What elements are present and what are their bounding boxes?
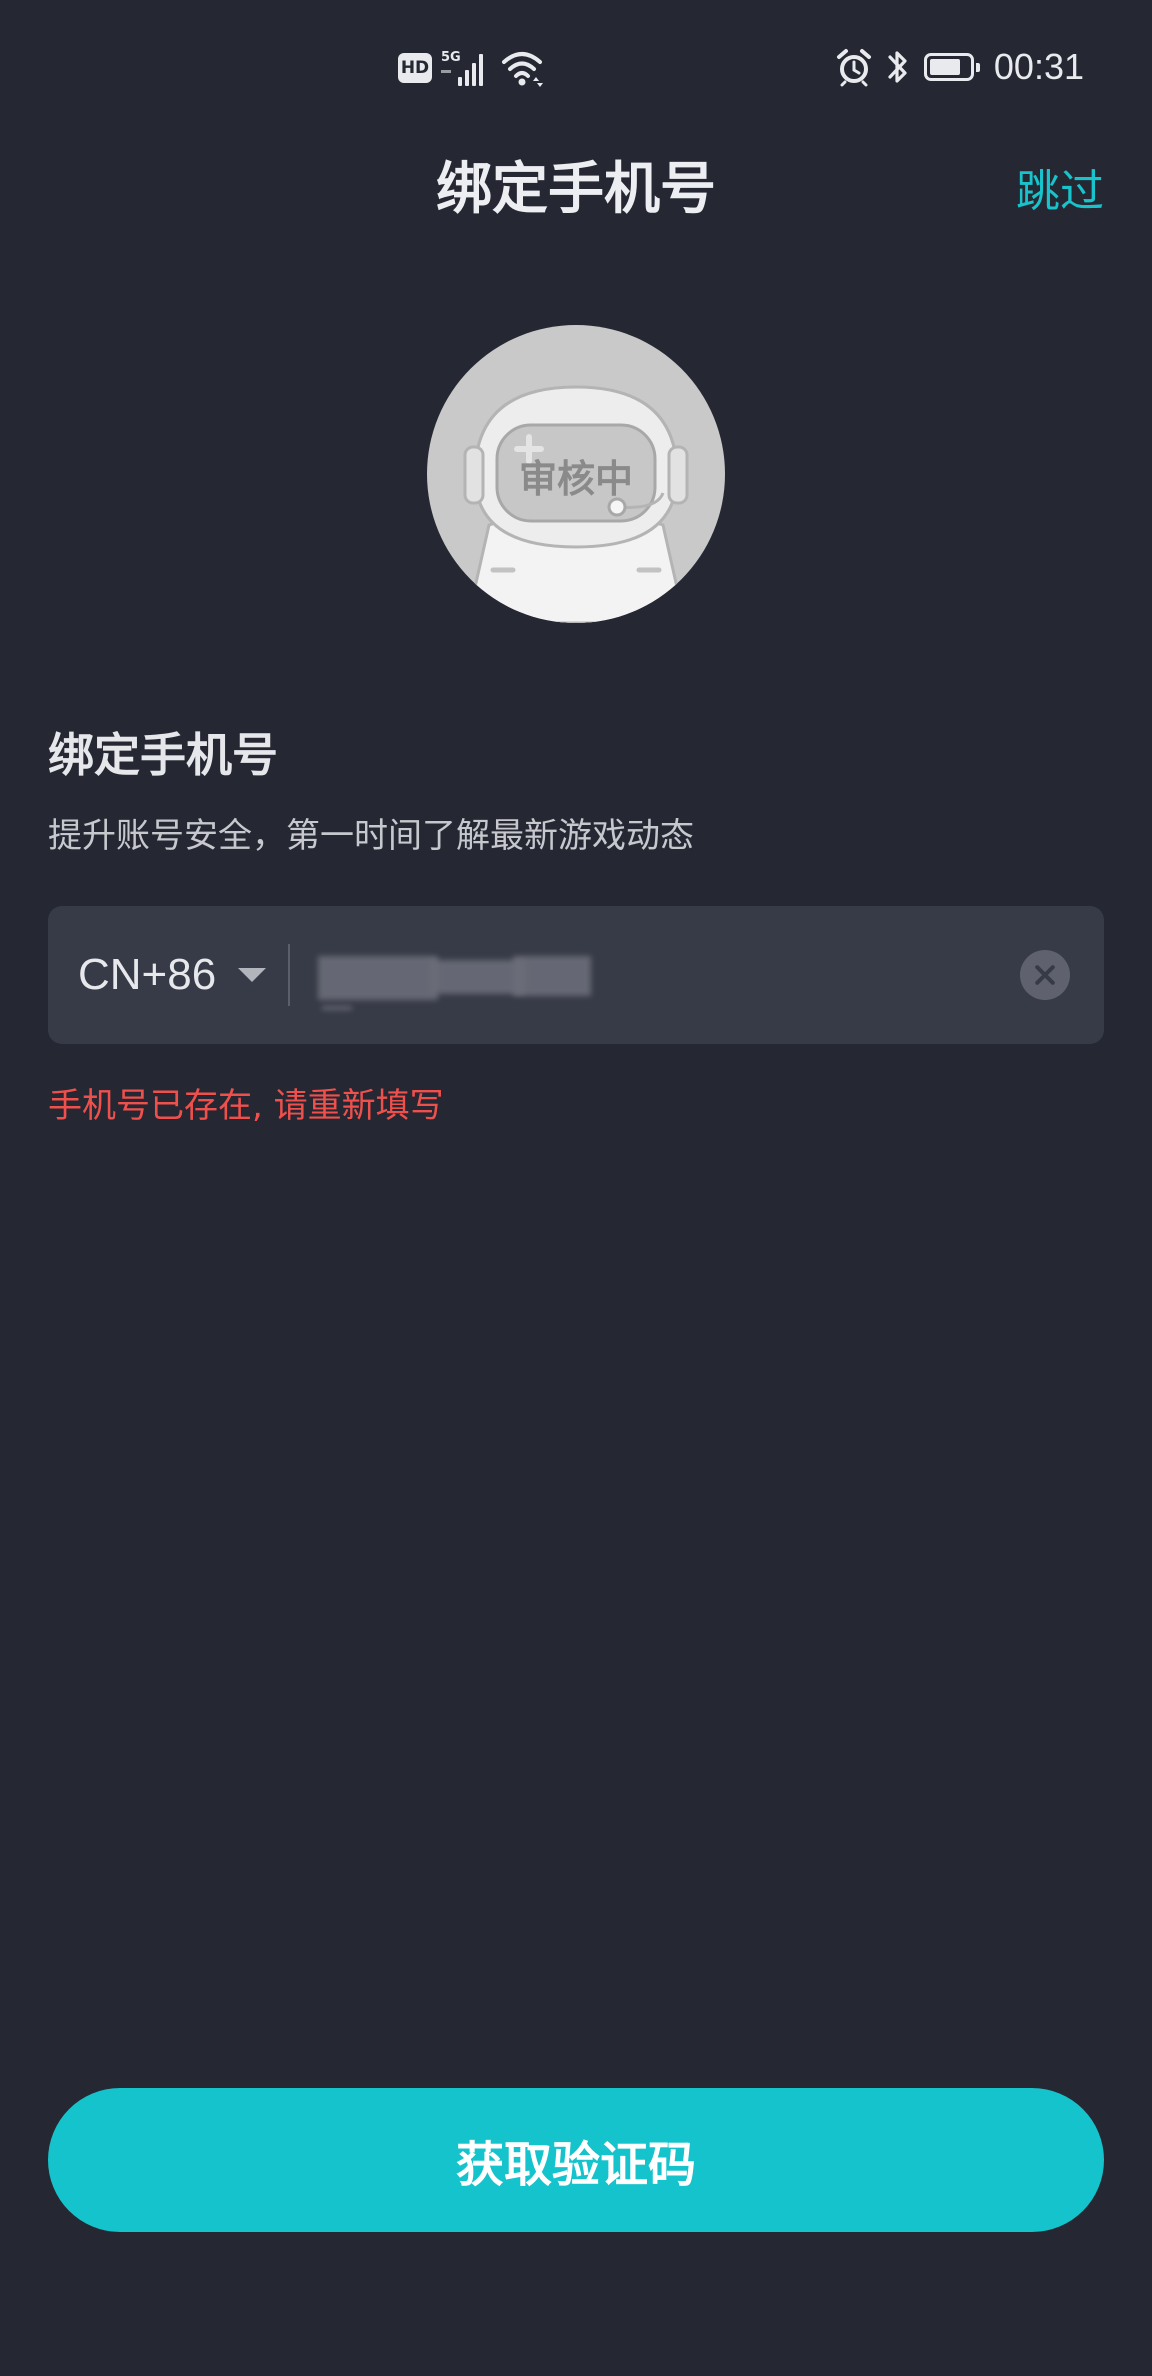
status-bar-right: 00:31: [836, 42, 1084, 92]
wifi-icon: [502, 52, 543, 87]
bluetooth-icon: [888, 51, 907, 83]
network-label: 5G: [441, 50, 461, 65]
hd-icon: HD: [398, 53, 432, 83]
status-bar: HD 5G 00:31: [0, 0, 1152, 130]
phone-number-input[interactable]: [318, 906, 938, 1044]
error-message: 手机号已存在, 请重新填写: [48, 1086, 444, 1126]
clear-icon[interactable]: [1020, 950, 1070, 1000]
phone-field: CN+86: [48, 906, 1104, 1044]
section-description: 提升账号安全，第一时间了解最新游戏动态: [48, 816, 694, 856]
get-code-button[interactable]: 获取验证码: [48, 2088, 1104, 2232]
skip-button[interactable]: 跳过: [1016, 152, 1104, 232]
avatar: 审核中: [427, 325, 725, 623]
country-code-select[interactable]: CN+86: [78, 906, 267, 1044]
section-heading: 绑定手机号: [48, 728, 278, 782]
review-status-label: 审核中: [518, 457, 633, 501]
caret-down-icon: [238, 968, 267, 982]
country-code-label: CN+86: [78, 950, 217, 999]
status-bar-left: HD 5G: [398, 46, 544, 90]
page-title: 绑定手机号: [436, 157, 716, 222]
alarm-icon: [836, 49, 871, 87]
battery-level: [929, 59, 961, 75]
field-divider: [288, 944, 290, 1006]
status-time: 00:31: [993, 46, 1084, 87]
battery-icon: [923, 53, 980, 81]
signal-icon: 5G: [441, 50, 483, 86]
